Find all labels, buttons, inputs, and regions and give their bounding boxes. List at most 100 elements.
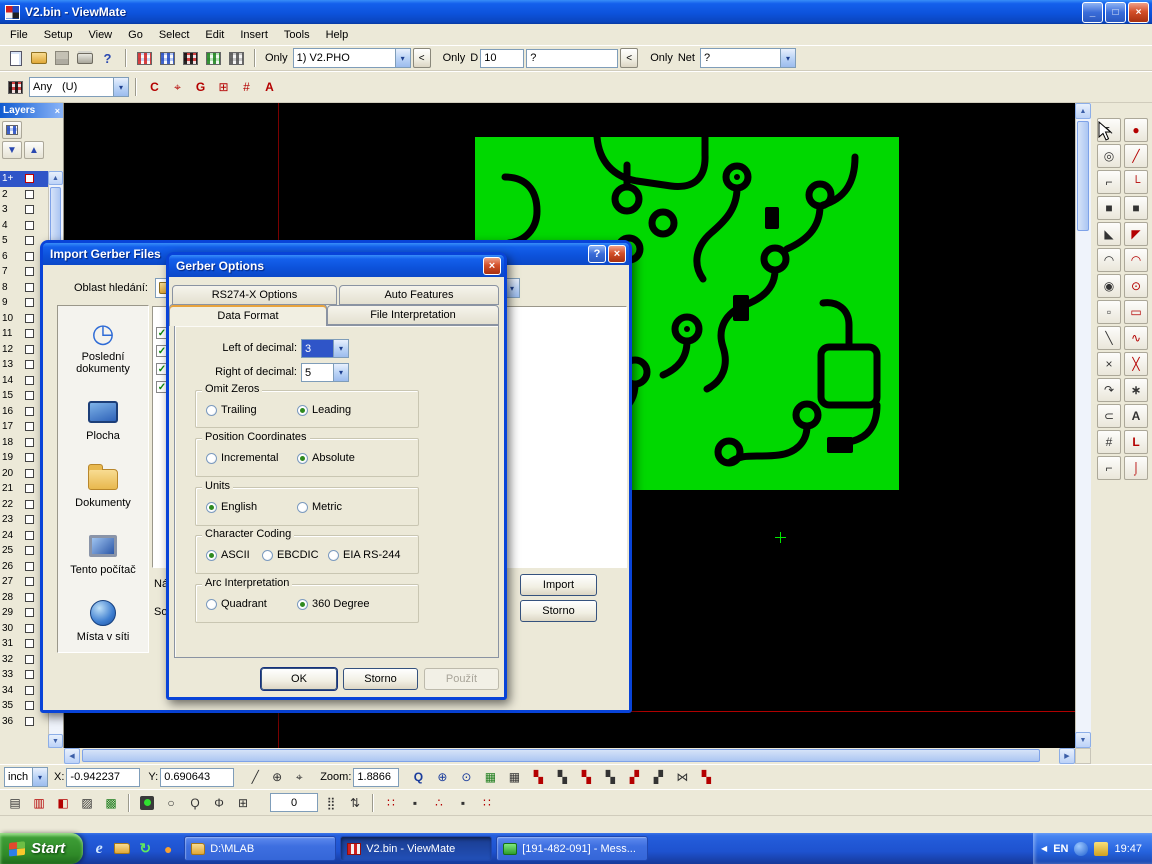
radio-absolute[interactable]: Absolute bbox=[297, 452, 355, 464]
layer-visibility-checkbox[interactable] bbox=[25, 701, 34, 710]
diameter-icon[interactable]: Φ bbox=[208, 793, 230, 813]
browser-icon[interactable]: ● bbox=[158, 838, 178, 860]
menu-item[interactable]: Setup bbox=[36, 26, 81, 44]
layer-tool-icon[interactable]: L bbox=[1124, 430, 1148, 454]
route-tool-icon[interactable]: ⌡ bbox=[1124, 456, 1148, 480]
task-mlab[interactable]: D:\MLAB bbox=[184, 836, 336, 861]
tray-chevron-icon[interactable]: ◀ bbox=[1041, 844, 1047, 853]
layer-move-up-icon[interactable]: ▲ bbox=[24, 141, 44, 159]
layer-visibility-checkbox[interactable] bbox=[25, 686, 34, 695]
dot-grid-icon[interactable]: ⣿ bbox=[320, 793, 342, 813]
selection-grid-icon[interactable] bbox=[4, 76, 27, 98]
scroll-up-icon[interactable]: ▲ bbox=[48, 171, 63, 185]
diagonal-icon[interactable]: ╲ bbox=[1097, 326, 1121, 350]
gerber-dialog-titlebar[interactable]: Gerber Options × bbox=[169, 255, 504, 277]
status-light-icon[interactable] bbox=[136, 793, 158, 813]
highlight-on-icon[interactable]: Ϙ bbox=[184, 793, 206, 813]
pattern-f-icon[interactable]: ▞ bbox=[647, 767, 669, 787]
origin-icon[interactable]: ⌖ bbox=[288, 767, 310, 787]
menu-item[interactable]: Select bbox=[151, 26, 198, 44]
place-desktop[interactable]: Plocha bbox=[60, 397, 146, 442]
layer-visibility-checkbox[interactable] bbox=[25, 190, 34, 199]
layer-visibility-checkbox[interactable] bbox=[25, 329, 34, 338]
menu-item[interactable]: Help bbox=[318, 26, 357, 44]
drill-icon[interactable]: ▨ bbox=[76, 793, 98, 813]
layer-visibility-checkbox[interactable] bbox=[25, 717, 34, 726]
screen-icon[interactable]: # bbox=[1097, 430, 1121, 454]
filled-square-icon[interactable]: ■ bbox=[1097, 196, 1121, 220]
draw-triangle-icon[interactable]: ◤ bbox=[1124, 222, 1148, 246]
radio-trailing[interactable]: Trailing bbox=[206, 404, 257, 416]
arc-tool-icon[interactable]: ◠ bbox=[1097, 248, 1121, 272]
layer-visibility-checkbox[interactable] bbox=[25, 624, 34, 633]
draw-square-icon[interactable]: ■ bbox=[1124, 196, 1148, 220]
small-rect-icon[interactable]: ▫ bbox=[1097, 300, 1121, 324]
count-field[interactable]: 0 bbox=[270, 793, 318, 812]
place-network[interactable]: Místa v síti bbox=[60, 598, 146, 643]
explorer-icon[interactable] bbox=[112, 838, 132, 860]
layer-visibility-checkbox[interactable] bbox=[25, 655, 34, 664]
layer-row[interactable]: 1+ bbox=[0, 171, 48, 187]
layer-visibility-checkbox[interactable] bbox=[25, 639, 34, 648]
layer-row[interactable]: 3 bbox=[0, 202, 48, 218]
layer-row[interactable]: 2 bbox=[0, 187, 48, 203]
pattern-c-icon[interactable]: ▚ bbox=[575, 767, 597, 787]
film-icon[interactable]: ▥ bbox=[28, 793, 50, 813]
menu-item[interactable]: File bbox=[2, 26, 36, 44]
grid-small-icon[interactable]: ▤ bbox=[4, 793, 26, 813]
layer-visibility-checkbox[interactable] bbox=[25, 174, 34, 183]
chevron-down-icon[interactable]: ▾ bbox=[333, 364, 348, 381]
close-icon[interactable]: × bbox=[55, 106, 60, 116]
zoom-field[interactable]: 1.8866 bbox=[353, 768, 399, 787]
window-titlebar[interactable]: V2.bin - ViewMate _ □ × bbox=[0, 0, 1152, 24]
layer-visibility-checkbox[interactable] bbox=[25, 422, 34, 431]
g-tool-icon[interactable]: G bbox=[189, 76, 212, 98]
chevron-down-icon[interactable]: ▾ bbox=[333, 340, 348, 357]
start-button[interactable]: Start bbox=[0, 833, 83, 864]
scroll-down-icon[interactable]: ▼ bbox=[48, 734, 63, 748]
menu-item[interactable]: Edit bbox=[197, 26, 232, 44]
layer-colors-icon[interactable] bbox=[156, 47, 179, 69]
task-viewmate[interactable]: V2.bin - ViewMate bbox=[340, 836, 492, 861]
chevron-down-icon[interactable]: ▾ bbox=[113, 78, 128, 96]
h-tool-icon[interactable]: # bbox=[235, 76, 258, 98]
layer-visibility-checkbox[interactable] bbox=[25, 577, 34, 586]
pad-pattern-a-icon[interactable]: ∷ bbox=[380, 793, 402, 813]
y-coordinate-field[interactable]: 0.690643 bbox=[160, 768, 234, 787]
layers-panel-header[interactable]: Layers × bbox=[0, 103, 63, 118]
task-messenger[interactable]: [191-482-091] - Mess... bbox=[496, 836, 648, 861]
draw-rect-icon[interactable]: ▭ bbox=[1124, 300, 1148, 324]
grid-tool-icon[interactable]: ⊞ bbox=[212, 76, 235, 98]
apply-button[interactable]: Použít bbox=[424, 668, 499, 690]
pad-pattern-e-icon[interactable]: ∷ bbox=[476, 793, 498, 813]
layer-visibility-checkbox[interactable] bbox=[25, 252, 34, 261]
magnet-icon[interactable]: ⊂ bbox=[1097, 404, 1121, 428]
net-table-icon[interactable] bbox=[202, 47, 225, 69]
layer-visibility-checkbox[interactable] bbox=[25, 515, 34, 524]
zoom-in-icon[interactable]: ⊕ bbox=[431, 767, 453, 787]
layer-visibility-checkbox[interactable] bbox=[25, 531, 34, 540]
vertical-scrollbar[interactable]: ▲ ▼ bbox=[1075, 103, 1091, 748]
radio-incremental[interactable]: Incremental bbox=[206, 452, 278, 464]
pattern-d-icon[interactable]: ▚ bbox=[599, 767, 621, 787]
print-icon[interactable] bbox=[73, 47, 96, 69]
hook-icon[interactable]: ⌐ bbox=[1097, 456, 1121, 480]
zoom-query-icon[interactable]: Q bbox=[407, 767, 429, 787]
vertical-scroll-thumb[interactable] bbox=[1077, 121, 1089, 231]
settings-icon[interactable]: ∗ bbox=[1124, 378, 1148, 402]
pad-stack-icon[interactable]: ◎ bbox=[1097, 144, 1121, 168]
storno-button[interactable]: Storno bbox=[343, 668, 418, 690]
swap-layers-icon[interactable]: ⇅ bbox=[344, 793, 366, 813]
ramp-icon[interactable]: ◣ bbox=[1097, 222, 1121, 246]
layer-select[interactable]: 1) V2.PHO ▾ bbox=[293, 48, 411, 68]
radio-quadrant[interactable]: Quadrant bbox=[206, 598, 267, 610]
mask-icon[interactable]: ◧ bbox=[52, 793, 74, 813]
horizontal-scrollbar[interactable]: ◀ ▶ bbox=[0, 748, 1152, 764]
menu-item[interactable]: Insert bbox=[232, 26, 276, 44]
scroll-down-icon[interactable]: ▼ bbox=[1075, 732, 1091, 748]
layer-visibility-checkbox[interactable] bbox=[25, 670, 34, 679]
right-decimal-select[interactable]: 5 ▾ bbox=[301, 363, 349, 382]
radio-eia-rs244[interactable]: EIA RS-244 bbox=[328, 549, 400, 561]
draw-polyline-icon[interactable]: └ bbox=[1124, 170, 1148, 194]
layer-visibility-checkbox[interactable] bbox=[25, 267, 34, 276]
